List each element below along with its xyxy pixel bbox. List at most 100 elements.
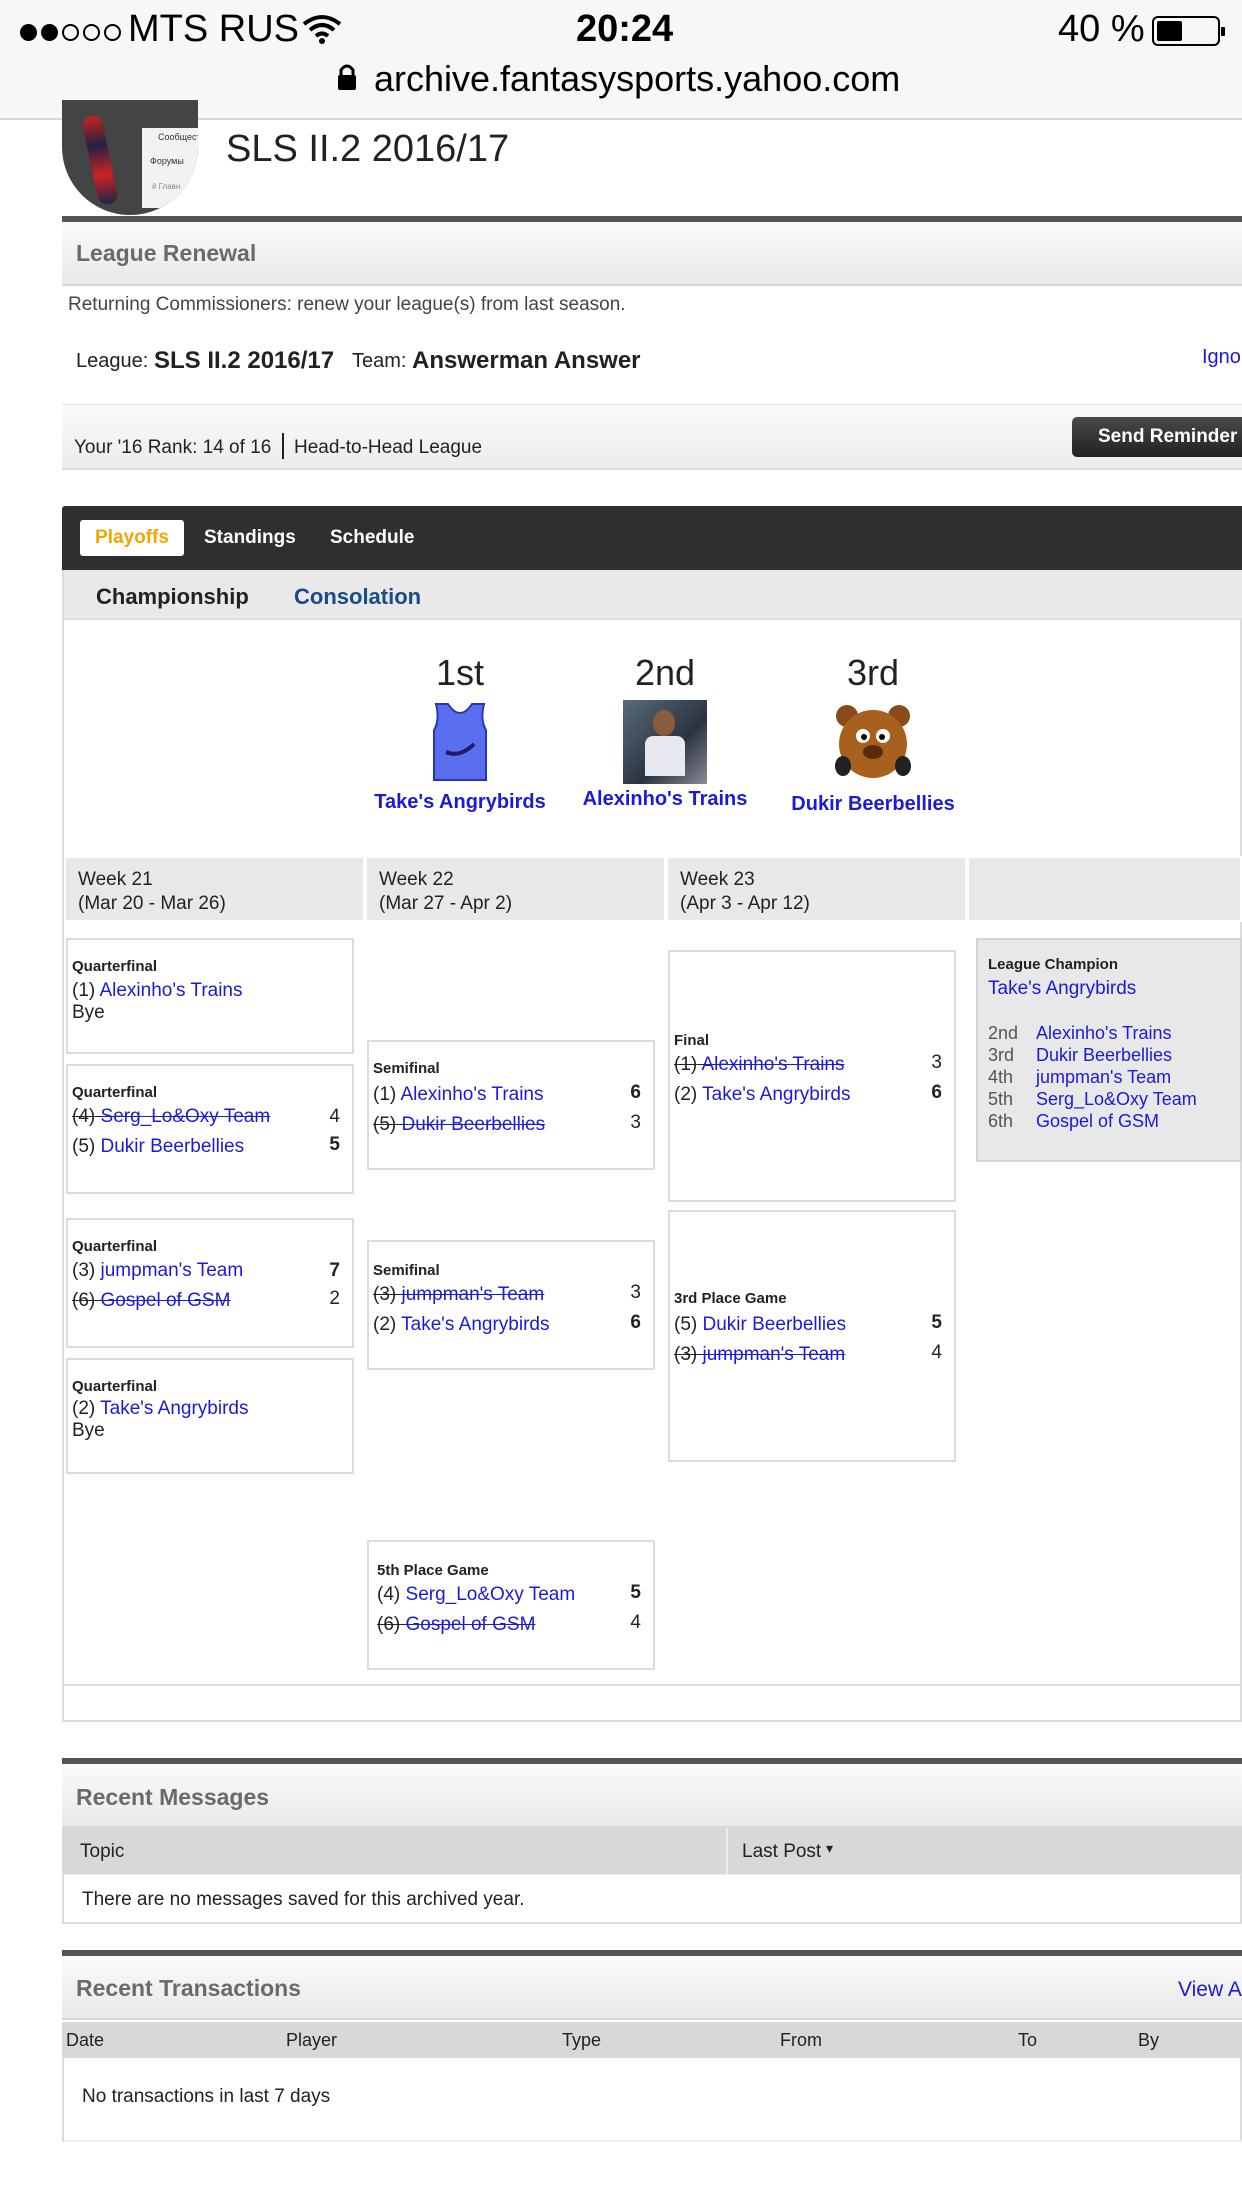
podium-team-link[interactable]: Take's Angrybirds [355, 791, 565, 814]
seed: (2) [373, 1314, 397, 1335]
matchup-fifth-place: 5th Place Game (4) Serg_Lo&Oxy Team 5 (6… [367, 1540, 655, 1670]
subtab-consolation[interactable]: Consolation [294, 584, 421, 610]
tab-bar: Playoffs Standings Schedule [62, 506, 1242, 570]
divider [726, 1828, 728, 1874]
score: 2 [329, 1288, 340, 1309]
team-link[interactable]: Alexinho's Trains [701, 1054, 844, 1075]
seed: (2) [72, 1398, 96, 1419]
standing-row: 6th Gospel of GSM [988, 1110, 1197, 1132]
seed: (3) [373, 1284, 397, 1305]
team-link[interactable]: Dukir Beerbellies [101, 1136, 245, 1157]
team-link[interactable]: Dukir Beerbellies [1036, 1045, 1172, 1065]
score: 6 [630, 1312, 641, 1333]
matchup-title: Semifinal [373, 1262, 440, 1279]
team-link[interactable]: Take's Angrybirds [401, 1314, 549, 1335]
transactions-body: No transactions in last 7 days [62, 2058, 1242, 2142]
matchup-quarterfinal: Quarterfinal (1) Alexinho's Trains Bye [66, 938, 354, 1054]
divider [64, 2140, 1242, 2142]
tab-schedule[interactable]: Schedule [330, 527, 414, 549]
tab-standings[interactable]: Standings [204, 527, 296, 549]
url-bar[interactable]: archive.fantasysports.yahoo.com [374, 58, 900, 100]
standing-row: 2nd Alexinho's Trains [988, 1022, 1197, 1044]
seed: (5) [674, 1314, 698, 1335]
renewal-description: Returning Commissioners: renew your leag… [68, 294, 626, 315]
column-type[interactable]: Type [562, 2030, 601, 2051]
standing-row: 5th Serg_Lo&Oxy Team [988, 1088, 1197, 1110]
team-link[interactable]: Alexinho's Trains [1036, 1023, 1172, 1043]
podium-place: 1st [435, 652, 485, 693]
column-date[interactable]: Date [66, 2030, 104, 2051]
team-link[interactable]: Gospel of GSM [101, 1290, 231, 1311]
subtab-bar: Championship Consolation [64, 570, 1242, 620]
team-link[interactable]: jumpman's Team [703, 1344, 846, 1365]
standing-row: 3rd Dukir Beerbellies [988, 1044, 1197, 1066]
signal-dots-icon [20, 20, 121, 41]
podium-team-link[interactable]: Dukir Beerbellies [768, 793, 978, 816]
team-link[interactable]: jumpman's Team [1036, 1067, 1171, 1087]
team-link[interactable]: Gospel of GSM [406, 1614, 536, 1635]
team-link[interactable]: Dukir Beerbellies [703, 1314, 847, 1335]
league-label: League: [76, 350, 149, 372]
logo-menu-item: Сообщест [158, 132, 198, 142]
view-all-link[interactable]: View A [1178, 1978, 1242, 2002]
score: 7 [329, 1260, 340, 1281]
week-header-empty [967, 856, 1242, 922]
score: 6 [630, 1082, 641, 1103]
team-link[interactable]: jumpman's Team [101, 1260, 244, 1281]
seed: (3) [674, 1344, 698, 1365]
column-by[interactable]: By [1138, 2030, 1159, 2051]
team-link[interactable]: Dukir Beerbellies [402, 1114, 546, 1135]
messages-body: There are no messages saved for this arc… [62, 1874, 1242, 1924]
score: 4 [329, 1106, 340, 1127]
score: 4 [931, 1342, 942, 1363]
matchup-semifinal: Semifinal (3) jumpman's Team 3 (2) Take'… [367, 1240, 655, 1370]
team-link[interactable]: Alexinho's Trains [400, 1084, 543, 1105]
send-reminder-button[interactable]: Send Reminder [1072, 417, 1242, 457]
seed: (4) [377, 1584, 401, 1605]
logo-menu-item: # Главн [152, 182, 181, 191]
league-champion-box: League Champion Take's Angrybirds 2nd Ale… [976, 938, 1242, 1162]
league-logo[interactable]: Сообщест Форумы # Главн [62, 100, 198, 215]
standing-place: 6th [988, 1111, 1014, 1131]
wifi-icon [302, 15, 342, 44]
champion-team-link[interactable]: Take's Angrybirds [988, 978, 1136, 1000]
week-label: Week 21 [78, 869, 153, 890]
league-title: SLS II.2 2016/17 [226, 128, 510, 170]
column-player[interactable]: Player [286, 2030, 337, 2051]
subtab-championship[interactable]: Championship [96, 584, 249, 610]
standing-place: 3rd [988, 1045, 1015, 1065]
score: 3 [931, 1052, 942, 1073]
week-range: (Mar 27 - Apr 2) [379, 893, 513, 914]
score: 5 [329, 1134, 340, 1155]
matchup-semifinal: Semifinal (1) Alexinho's Trains 6 (5) Du… [367, 1040, 655, 1170]
transactions-empty: No transactions in last 7 days [82, 2086, 331, 2107]
tab-playoffs[interactable]: Playoffs [80, 520, 184, 556]
score: 6 [931, 1082, 942, 1103]
column-topic[interactable]: Topic [80, 1841, 124, 1863]
team-link[interactable]: Alexinho's Trains [99, 980, 242, 1001]
team-link[interactable]: Take's Angrybirds [100, 1398, 248, 1419]
player-photo [623, 700, 707, 784]
sort-down-icon[interactable]: ▾ [826, 1840, 833, 1857]
standing-row: 4th jumpman's Team [988, 1066, 1197, 1088]
seed: (3) [72, 1260, 96, 1281]
column-last-post[interactable]: Last Post [742, 1841, 821, 1863]
ignore-link[interactable]: Ignor [1202, 346, 1242, 369]
podium-place: 3rd [846, 652, 900, 693]
team-link[interactable]: Serg_Lo&Oxy Team [101, 1106, 271, 1127]
team-link[interactable]: Gospel of GSM [1036, 1111, 1159, 1131]
bear-avatar [835, 705, 911, 778]
podium-team-link[interactable]: Alexinho's Trains [560, 788, 770, 811]
column-to[interactable]: To [1018, 2030, 1037, 2051]
week-header: Week 21 (Mar 20 - Mar 26) [64, 856, 365, 922]
column-from[interactable]: From [780, 2030, 822, 2051]
transactions-title: Recent Transactions [76, 1975, 301, 2001]
matchup-title: Quarterfinal [72, 958, 158, 975]
champion-title: League Champion [988, 956, 1119, 973]
team-link[interactable]: Take's Angrybirds [702, 1084, 850, 1105]
messages-table-header: Topic Last Post ▾ [62, 1828, 1242, 1874]
score: 4 [630, 1612, 641, 1633]
team-link[interactable]: jumpman's Team [402, 1284, 545, 1305]
team-link[interactable]: Serg_Lo&Oxy Team [1036, 1089, 1197, 1109]
team-link[interactable]: Serg_Lo&Oxy Team [406, 1584, 576, 1605]
